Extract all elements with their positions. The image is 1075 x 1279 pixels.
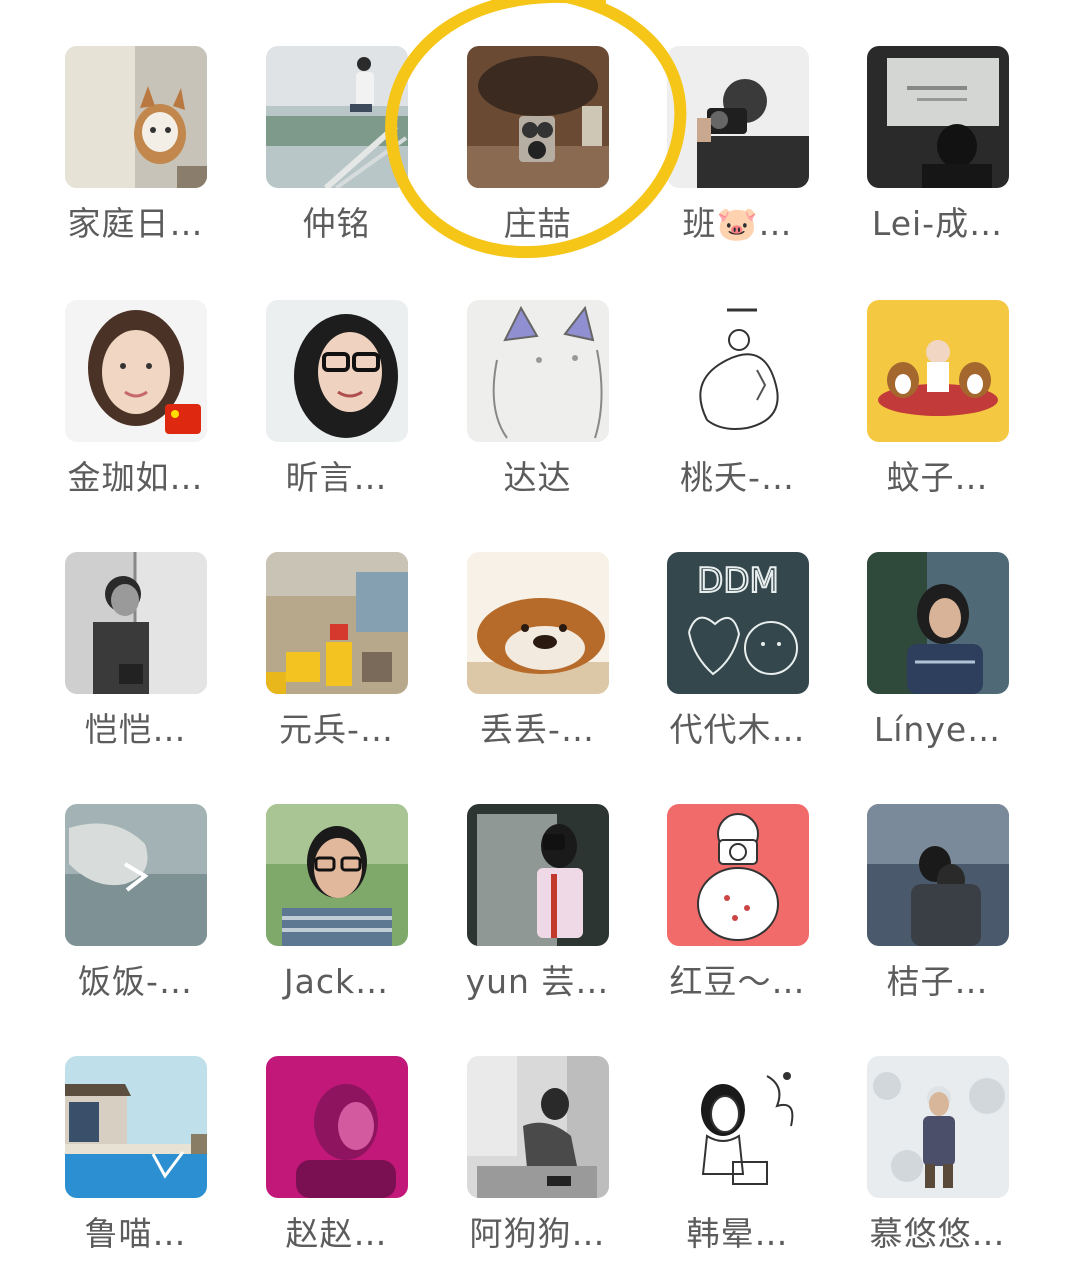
contact-item[interactable]: 恺恺… [35, 552, 236, 772]
avatar [265, 804, 408, 946]
contact-item[interactable]: 达达 [437, 300, 638, 520]
contact-item[interactable]: 韩晕… [637, 1056, 838, 1276]
contact-item[interactable]: Jack… [236, 804, 437, 1024]
contact-item[interactable]: 昕言… [236, 300, 437, 520]
avatar [666, 300, 809, 442]
contact-name: 慕悠悠… [869, 1214, 1006, 1253]
contact-name: Jack… [283, 962, 390, 1001]
contact-name: 桔子… [886, 962, 989, 1001]
avatar [666, 46, 809, 188]
avatar [466, 1056, 609, 1198]
contact-name: yun 芸… [465, 962, 610, 1001]
contact-item[interactable]: 丢丢-… [437, 552, 638, 772]
contact-item[interactable]: 金珈如… [35, 300, 236, 520]
contact-name: 班🐷… [682, 204, 793, 243]
contact-name: 元兵-… [279, 710, 394, 749]
contact-name: 庄喆 [503, 204, 572, 243]
contact-name: 恺恺… [84, 710, 187, 749]
contact-name: 仲铭 [302, 204, 371, 243]
avatar [666, 804, 809, 946]
contact-name: 鲁喵… [84, 1214, 187, 1253]
contact-name: 蚊子… [886, 458, 989, 497]
svg-text:DDM: DDM [697, 561, 779, 601]
avatar [466, 804, 609, 946]
contact-name: 饭饭-… [78, 962, 193, 1001]
contact-name: 赵赵… [285, 1214, 388, 1253]
contact-item[interactable]: 饭饭-… [35, 804, 236, 1024]
contact-item[interactable]: 慕悠悠… [837, 1056, 1038, 1276]
contact-item[interactable]: 赵赵… [236, 1056, 437, 1276]
contact-item[interactable]: 红豆～… [637, 804, 838, 1024]
contact-item[interactable]: DDM 代代木… [637, 552, 838, 772]
avatar [64, 552, 207, 694]
contact-item[interactable]: 家庭日… [35, 46, 236, 266]
avatar [866, 46, 1009, 188]
avatar [64, 300, 207, 442]
contact-item[interactable]: 蚊子… [837, 300, 1038, 520]
avatar [466, 552, 609, 694]
contact-item[interactable]: 阿狗狗… [437, 1056, 638, 1276]
contact-name: 红豆～… [669, 962, 806, 1001]
avatar [866, 300, 1009, 442]
contact-name: 丢丢-… [480, 710, 595, 749]
contact-item[interactable]: 庄喆 [437, 46, 638, 266]
avatar [64, 46, 207, 188]
contact-name: 家庭日… [67, 204, 204, 243]
avatar: DDM [666, 552, 809, 694]
avatar [666, 1056, 809, 1198]
contact-item[interactable]: Línye… [837, 552, 1038, 772]
contact-name: Línye… [873, 710, 1002, 749]
avatar [265, 300, 408, 442]
avatar [64, 804, 207, 946]
contact-item[interactable]: 元兵-… [236, 552, 437, 772]
contact-name: 昕言… [285, 458, 388, 497]
avatar [265, 1056, 408, 1198]
avatar [265, 46, 408, 188]
contact-item[interactable]: 桔子… [837, 804, 1038, 1024]
contact-item[interactable]: 鲁喵… [35, 1056, 236, 1276]
contact-name: Lei-成… [871, 204, 1004, 243]
contact-item[interactable]: 仲铭 [236, 46, 437, 266]
avatar [466, 300, 609, 442]
avatar [866, 1056, 1009, 1198]
avatar [466, 46, 609, 188]
avatar [64, 1056, 207, 1198]
contact-name: 金珈如… [67, 458, 204, 497]
contact-item[interactable]: 班🐷… [637, 46, 838, 266]
avatar [866, 804, 1009, 946]
contact-item[interactable]: yun 芸… [437, 804, 638, 1024]
contact-name: 韩晕… [686, 1214, 789, 1253]
avatar [866, 552, 1009, 694]
contact-name: 代代木… [669, 710, 806, 749]
contact-name: 阿狗狗… [469, 1214, 606, 1253]
avatar [265, 552, 408, 694]
contact-name: 桃夭-… [680, 458, 795, 497]
contact-item[interactable]: Lei-成… [837, 46, 1038, 266]
contact-grid: 家庭日… 仲铭 庄喆 班🐷… Lei-成… 金珈如… 昕言… 达达 桃夭-… 蚊… [0, 0, 1075, 1279]
contact-name: 达达 [503, 458, 572, 497]
contact-item[interactable]: 桃夭-… [637, 300, 838, 520]
